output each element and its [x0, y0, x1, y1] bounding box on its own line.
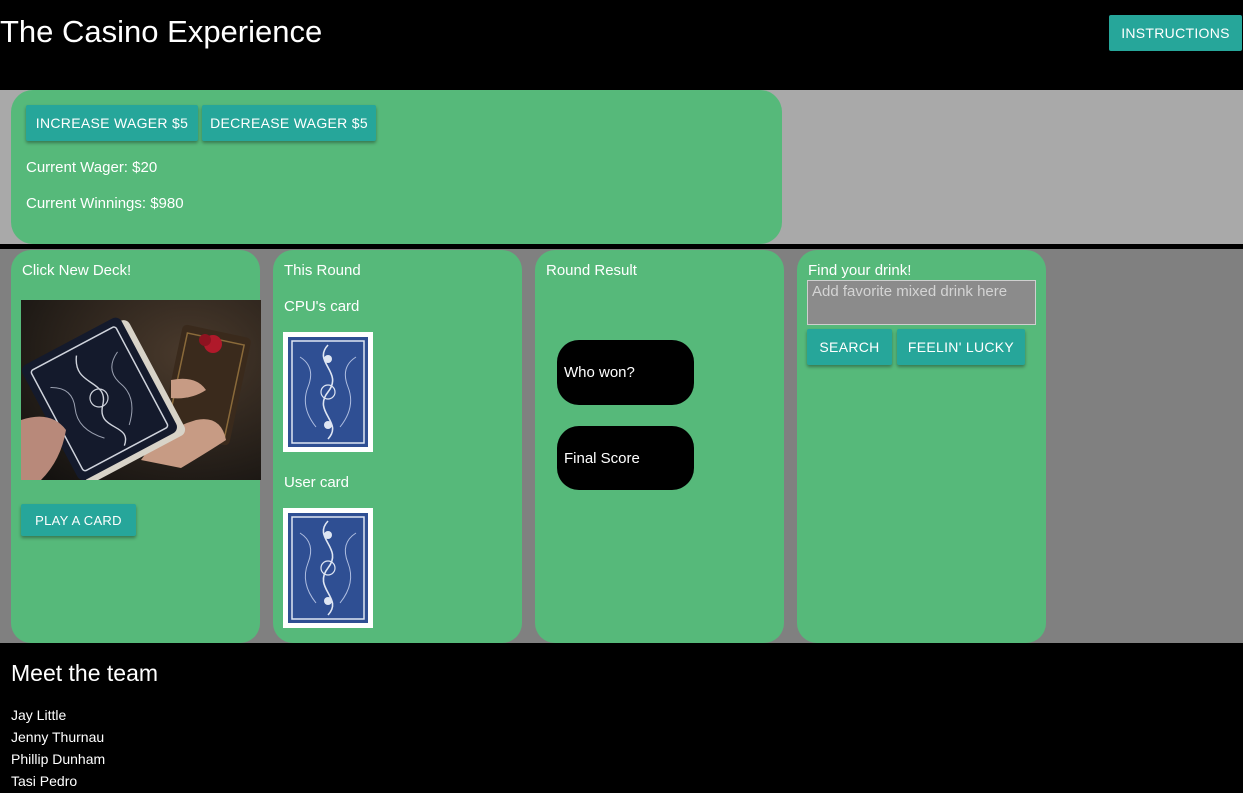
wager-section: INCREASE WAGER $5 DECREASE WAGER $5 Curr… [0, 90, 1243, 244]
current-winnings-text: Current Winnings: $980 [26, 195, 184, 212]
game-section: Click New Deck! PLAY A CARD This Round C… [0, 249, 1243, 643]
card-back-pattern-icon [288, 337, 368, 447]
top-header: The Casino Experience INSTRUCTIONS [0, 0, 1243, 84]
cpu-card-back [283, 332, 373, 452]
user-card-back [283, 508, 373, 628]
play-card-button[interactable]: PLAY A CARD [21, 504, 136, 536]
feelin-lucky-button[interactable]: FEELIN' LUCKY [897, 329, 1025, 365]
this-round-panel: This Round CPU's card User card [273, 250, 522, 643]
site-title: The Casino Experience [0, 14, 323, 49]
drink-panel-title: Find your drink! [808, 262, 912, 279]
team-member: Phillip Dunham [11, 751, 106, 767]
this-round-title: This Round [284, 262, 361, 279]
team-member: Jay Little [11, 707, 67, 723]
team-list: Jay Little Jenny Thurnau Phillip Dunham … [11, 704, 105, 792]
team-member: Jenny Thurnau [11, 729, 105, 745]
deck-panel-title: Click New Deck! [22, 262, 132, 279]
round-result-panel: Round Result Who won? Final Score [535, 250, 784, 643]
drink-search-input[interactable] [807, 280, 1036, 325]
cpu-card-label: CPU's card [284, 298, 360, 315]
user-card-label: User card [284, 474, 350, 491]
decrease-wager-button[interactable]: DECREASE WAGER $5 [202, 105, 376, 141]
wager-card: INCREASE WAGER $5 DECREASE WAGER $5 Curr… [11, 90, 782, 244]
search-button[interactable]: SEARCH [807, 329, 892, 365]
who-won-display: Who won? [557, 340, 694, 405]
increase-wager-button[interactable]: INCREASE WAGER $5 [26, 105, 198, 141]
hand-holding-deck-illustration [21, 300, 261, 480]
team-title: Meet the team [11, 660, 159, 686]
team-member: Tasi Pedro [11, 773, 78, 789]
team-section: Meet the team Jay Little Jenny Thurnau P… [0, 643, 1243, 793]
card-back-pattern-icon [288, 513, 368, 623]
round-result-title: Round Result [546, 262, 637, 279]
final-score-display: Final Score [557, 426, 694, 490]
new-deck-image[interactable] [21, 300, 261, 480]
drink-panel: Find your drink! SEARCH FEELIN' LUCKY [797, 250, 1046, 643]
current-wager-text: Current Wager: $20 [26, 159, 158, 176]
deck-panel: Click New Deck! PLAY A CARD [11, 250, 261, 643]
instructions-button[interactable]: INSTRUCTIONS [1109, 15, 1242, 51]
